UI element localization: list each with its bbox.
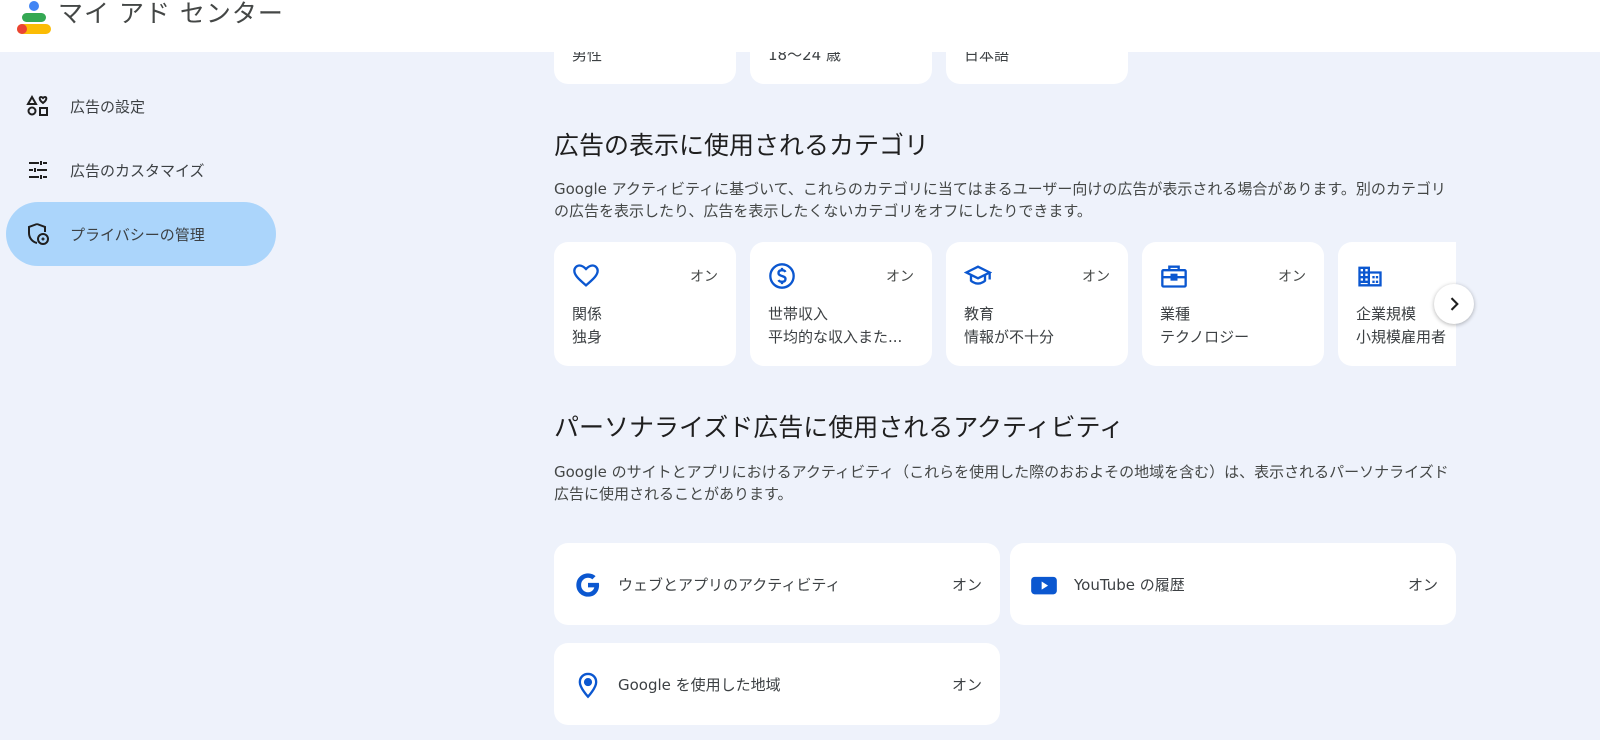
category-name: 教育 (964, 305, 995, 323)
tune-icon (29, 161, 47, 179)
sidebar-item-label: 広告の設定 (70, 97, 146, 116)
category-card-household-income[interactable]: オン 世帯収入 平均的な収入また... (750, 242, 932, 366)
category-value: 小規模雇用者 (1356, 328, 1447, 346)
activity-label: Google を使用した地域 (618, 676, 781, 694)
school-icon (964, 265, 992, 285)
activity-section-title: パーソナライズド広告に使用されるアクティビティ (554, 413, 1125, 442)
activity-card-google-location[interactable]: Google を使用した地域 オン (554, 643, 1000, 725)
activity-label: ウェブとアプリのアクティビティ (618, 576, 841, 594)
sidebar-item-privacy[interactable]: プライバシーの管理 (6, 202, 276, 266)
category-value: 独身 (572, 328, 603, 346)
building-icon (1358, 266, 1382, 287)
category-card-relationship[interactable]: オン 関係 独身 (554, 242, 736, 366)
heart-icon (573, 264, 599, 287)
privacy-shield-icon (28, 223, 49, 245)
chevron-right-icon (1450, 297, 1459, 311)
category-name: 企業規模 (1356, 305, 1417, 323)
category-value: 情報が不十分 (964, 328, 1055, 346)
sidebar-item-ad-settings[interactable]: 広告の設定 (6, 74, 276, 138)
category-status: オン (1082, 269, 1110, 285)
category-name: 関係 (572, 305, 603, 323)
category-name: 業種 (1160, 305, 1191, 323)
sidebar-item-label: プライバシーの管理 (70, 225, 205, 244)
sidebar-item-ad-customization[interactable]: 広告のカスタマイズ (6, 138, 276, 202)
activity-card-youtube-history[interactable]: YouTube の履歴 オン (1010, 543, 1456, 625)
category-card-education[interactable]: オン 教育 情報が不十分 (946, 242, 1128, 366)
youtube-icon (1031, 576, 1057, 595)
interests-icon (26, 94, 48, 116)
activity-card-web-app[interactable]: ウェブとアプリのアクティビティ オン (554, 543, 1000, 625)
category-status: オン (886, 269, 914, 285)
category-value: 平均的な収入また... (768, 328, 903, 346)
briefcase-icon (1161, 265, 1187, 288)
category-status: オン (690, 269, 718, 285)
categories-next-button[interactable] (1434, 284, 1474, 324)
activity-status: オン (1407, 576, 1438, 594)
activity-section-description: Google のサイトとアプリにおけるアクティビティ（これらを使用した際のおおよ… (554, 463, 1449, 503)
activity-status: オン (951, 676, 982, 694)
activity-label: YouTube の履歴 (1074, 576, 1185, 594)
categories-section-description: Google アクティビティに基づいて、これらのカテゴリに当てはまるユーザー向け… (554, 180, 1446, 220)
category-name: 世帯収入 (768, 305, 829, 323)
activity-status: オン (951, 576, 982, 594)
category-card-industry[interactable]: オン 業種 テクノロジー (1142, 242, 1324, 366)
category-value: テクノロジー (1160, 328, 1250, 346)
google-g-icon (576, 573, 600, 597)
categories-section-title: 広告の表示に使用されるカテゴリ (554, 131, 930, 160)
category-status: オン (1278, 269, 1306, 285)
dollar-icon (769, 263, 795, 289)
ads-center-logo-icon (17, 1, 51, 34)
sidebar-item-label: 広告のカスタマイズ (70, 161, 205, 180)
location-pin-icon (578, 672, 598, 699)
app-title-overlay: マイ アド センター (58, 0, 284, 28)
